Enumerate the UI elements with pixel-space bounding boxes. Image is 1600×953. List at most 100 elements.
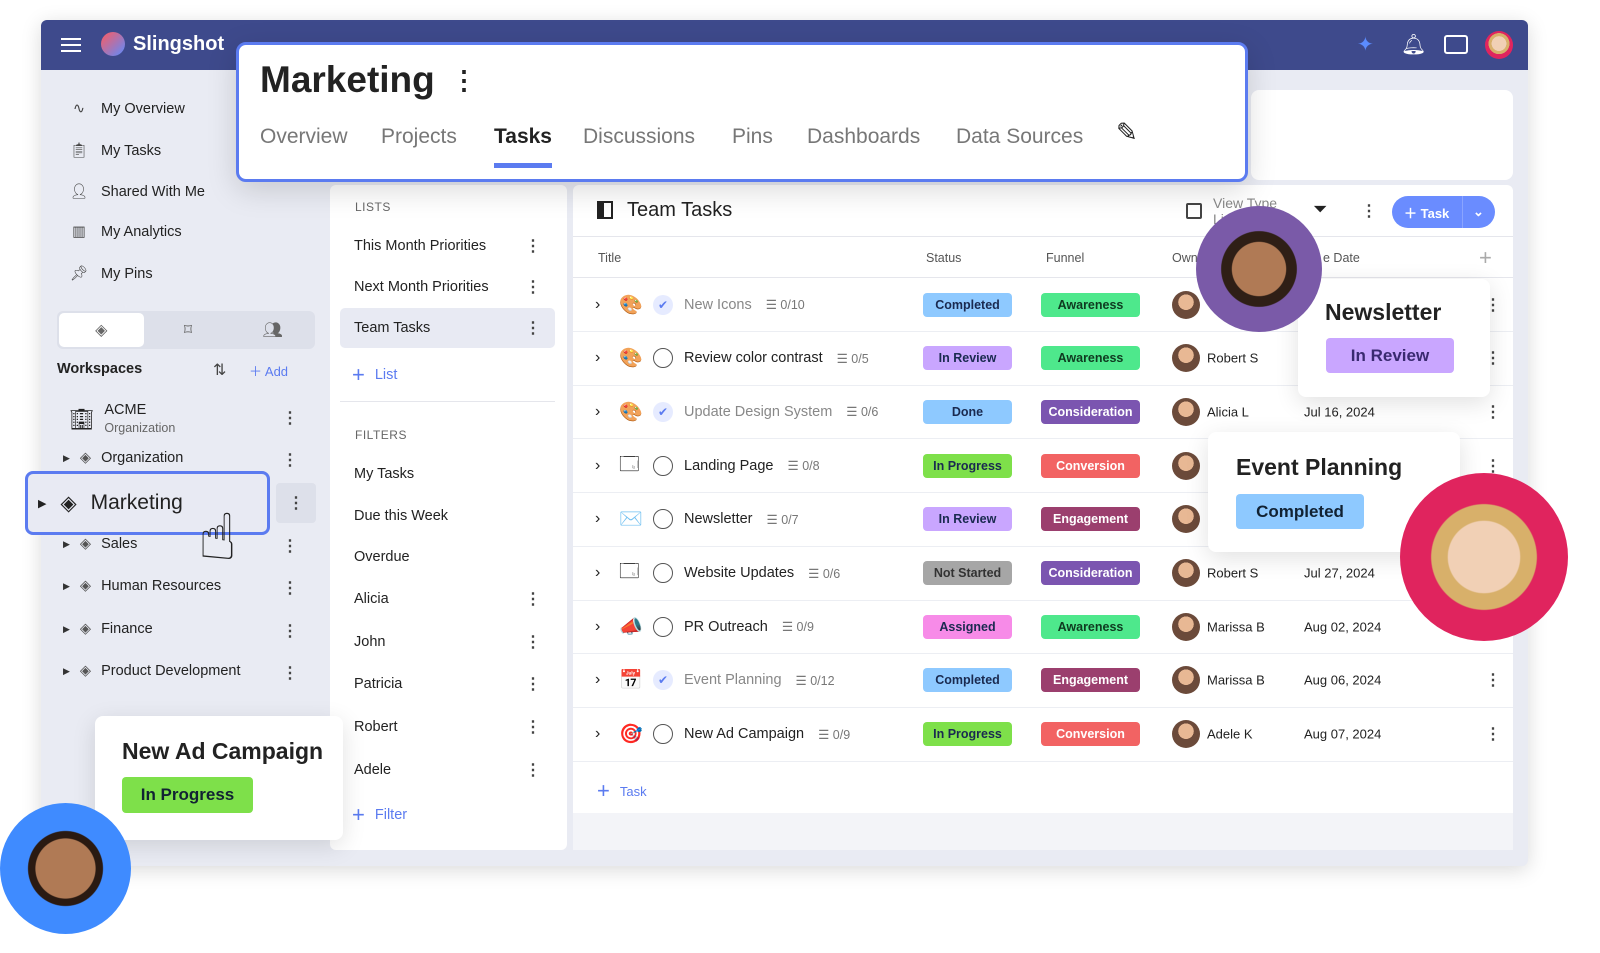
- list-menu-icon[interactable]: ⋮: [525, 277, 541, 297]
- workspace-item[interactable]: ▶ ◈ Finance: [63, 621, 153, 637]
- collapse-panel-icon[interactable]: [597, 201, 613, 219]
- tab-pins[interactable]: Pins: [732, 125, 773, 149]
- expand-chevron-icon[interactable]: ›: [595, 618, 600, 636]
- col-funnel[interactable]: Funnel: [1046, 251, 1084, 265]
- status-badge[interactable]: Assigned: [923, 614, 1012, 639]
- workspace-menu-icon[interactable]: ⋮: [282, 450, 298, 470]
- sort-icon[interactable]: ⇅: [213, 360, 226, 380]
- filter-item[interactable]: Patricia ⋮: [340, 664, 555, 704]
- status-badge[interactable]: Completed: [923, 292, 1012, 317]
- workspace-item[interactable]: ▶ ◈ Organization: [63, 450, 183, 466]
- filter-item[interactable]: Due this Week: [340, 496, 555, 536]
- checked-icon[interactable]: ✔: [653, 401, 673, 422]
- expand-chevron-icon[interactable]: ›: [595, 725, 600, 743]
- people-tab[interactable]: 👥︎: [230, 311, 315, 349]
- workspace-item[interactable]: 🏢︎ ACME Organization: [69, 401, 175, 437]
- list-menu-icon[interactable]: ⋮: [525, 236, 541, 256]
- workspace-item[interactable]: ▶ ◈ Product Development: [63, 663, 241, 679]
- expand-chevron-icon[interactable]: ›: [595, 296, 600, 314]
- checkbox[interactable]: [653, 616, 673, 637]
- checkbox[interactable]: [653, 509, 673, 530]
- list-item[interactable]: Next Month Priorities ⋮: [340, 267, 555, 307]
- checkbox[interactable]: [653, 563, 673, 583]
- marketing-menu[interactable]: ⋮: [276, 483, 316, 523]
- sidebar-item-my-overview[interactable]: ∿ My Overview: [69, 101, 185, 117]
- task-title[interactable]: New Icons: [684, 297, 752, 313]
- bell-icon[interactable]: 🔔︎: [1401, 32, 1426, 57]
- menu-icon[interactable]: [61, 38, 81, 52]
- expand-chevron-icon[interactable]: ›: [595, 564, 600, 582]
- more-icon[interactable]: ⋮: [1361, 201, 1377, 221]
- task-title[interactable]: Review color contrast: [684, 350, 823, 366]
- filter-menu-icon[interactable]: ⋮: [525, 717, 541, 737]
- status-badge[interactable]: In Review: [923, 346, 1012, 371]
- filter-item[interactable]: My Tasks: [340, 454, 555, 494]
- list-menu-icon[interactable]: ⋮: [525, 318, 541, 338]
- chat-icon[interactable]: [1444, 35, 1468, 54]
- filter-icon[interactable]: ⏷: [1313, 199, 1327, 220]
- filter-item[interactable]: John ⋮: [340, 622, 555, 662]
- filter-item[interactable]: Adele ⋮: [340, 750, 555, 790]
- workspace-menu-icon[interactable]: ⋮: [282, 408, 298, 428]
- add-filter-button[interactable]: + Filter: [352, 802, 407, 828]
- col-owner[interactable]: Own: [1172, 251, 1198, 265]
- workspace-menu-icon[interactable]: ⋮: [282, 536, 298, 556]
- checked-icon[interactable]: ✔: [653, 670, 673, 691]
- task-title[interactable]: Event Planning: [684, 672, 782, 688]
- row-menu-icon[interactable]: ⋮: [1485, 724, 1501, 744]
- checkbox[interactable]: [653, 724, 673, 745]
- status-badge[interactable]: Done: [923, 399, 1012, 424]
- table-row[interactable]: › 🗔 Website Updates ☰ 0/6 Not Started Con…: [573, 547, 1513, 601]
- funnel-badge[interactable]: Consideration: [1041, 561, 1140, 585]
- filter-item[interactable]: Alicia ⋮: [340, 579, 555, 619]
- checkbox[interactable]: [653, 348, 673, 369]
- filter-menu-icon[interactable]: ⋮: [525, 632, 541, 652]
- chevron-down-icon[interactable]: ⌄: [1462, 196, 1484, 228]
- col-date[interactable]: e Date: [1323, 251, 1360, 265]
- row-menu-icon[interactable]: ⋮: [1485, 402, 1501, 422]
- expand-chevron-icon[interactable]: ›: [595, 403, 600, 421]
- view-type-icon[interactable]: [1186, 203, 1202, 219]
- funnel-badge[interactable]: Engagement: [1041, 507, 1140, 532]
- funnel-badge[interactable]: Consideration: [1041, 399, 1140, 424]
- expand-chevron-icon[interactable]: ›: [595, 349, 600, 367]
- col-status[interactable]: Status: [926, 251, 961, 265]
- tab-overview[interactable]: Overview: [260, 125, 348, 149]
- add-task-row[interactable]: + Task: [597, 778, 647, 804]
- project-menu-icon[interactable]: ⋮: [451, 65, 477, 96]
- add-list-button[interactable]: + List: [352, 362, 397, 388]
- workspace-menu-icon[interactable]: ⋮: [282, 621, 298, 641]
- expand-chevron-icon[interactable]: ›: [595, 671, 600, 689]
- checked-icon[interactable]: ✔: [653, 294, 673, 315]
- tab-data-sources[interactable]: Data Sources: [956, 125, 1083, 149]
- checkbox[interactable]: [653, 455, 673, 476]
- workspace-menu-icon[interactable]: ⋮: [282, 578, 298, 598]
- bookmark-tab[interactable]: ⌑: [146, 311, 231, 349]
- add-column-icon[interactable]: +: [1479, 245, 1492, 271]
- row-menu-icon[interactable]: ⋮: [1485, 670, 1501, 690]
- edit-pencil-icon[interactable]: ✎: [1116, 117, 1138, 148]
- funnel-badge[interactable]: Engagement: [1041, 668, 1140, 693]
- task-title[interactable]: New Ad Campaign: [684, 726, 804, 742]
- list-item[interactable]: This Month Priorities ⋮: [340, 226, 555, 266]
- funnel-badge[interactable]: Awareness: [1041, 292, 1140, 317]
- workspace-item[interactable]: ▶ ◈ Human Resources: [63, 578, 221, 594]
- table-row[interactable]: › 📅 ✔ Event Planning ☰ 0/12 Completed Enga…: [573, 654, 1513, 708]
- table-row[interactable]: › 📣 PR Outreach ☰ 0/9 Assigned Awareness …: [573, 600, 1513, 655]
- tab-projects[interactable]: Projects: [381, 125, 457, 149]
- tab-dashboards[interactable]: Dashboards: [807, 125, 920, 149]
- sidebar-item-my-tasks[interactable]: 📋︎ My Tasks: [69, 142, 161, 160]
- filter-item[interactable]: Overdue: [340, 537, 555, 577]
- task-title[interactable]: Newsletter: [684, 511, 753, 527]
- status-badge[interactable]: Not Started: [923, 561, 1012, 585]
- expand-chevron-icon[interactable]: ›: [595, 510, 600, 528]
- funnel-badge[interactable]: Conversion: [1041, 453, 1140, 478]
- table-row[interactable]: › 🎯 New Ad Campaign ☰ 0/9 In Progress Con…: [573, 708, 1513, 762]
- add-workspace-button[interactable]: ＋ Add: [249, 361, 288, 380]
- task-title[interactable]: Landing Page: [684, 458, 774, 474]
- sidebar-item-my-analytics[interactable]: ▥ My Analytics: [69, 224, 181, 240]
- filter-menu-icon[interactable]: ⋮: [525, 674, 541, 694]
- expand-chevron-icon[interactable]: ›: [595, 457, 600, 475]
- task-title[interactable]: PR Outreach: [684, 619, 768, 635]
- status-badge[interactable]: Completed: [923, 668, 1012, 693]
